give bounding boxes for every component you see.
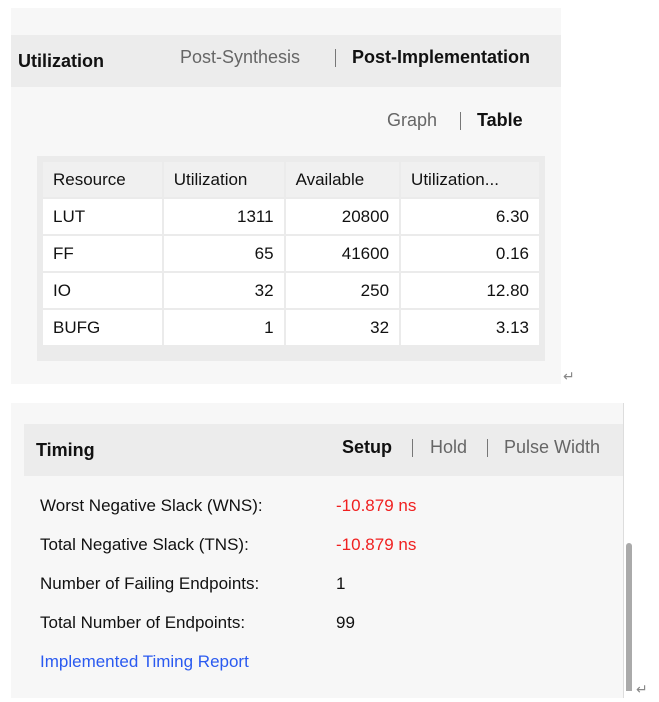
tab-post-implementation[interactable]: Post-Implementation — [352, 47, 530, 68]
tab-separator — [335, 49, 336, 67]
table-row[interactable]: IO 32 250 12.80 — [41, 271, 541, 310]
failing-endpoints-label: Number of Failing Endpoints: — [40, 574, 260, 593]
table-row[interactable]: LUT 1311 20800 6.30 — [41, 197, 541, 236]
wns-value: -10.879 ns — [336, 496, 417, 515]
cell: 20800 — [283, 197, 402, 236]
table-header-row: Resource Utilization Available Utilizati… — [41, 160, 541, 199]
column-header[interactable]: Utilization... — [399, 160, 541, 199]
table-row[interactable]: FF 65 41600 0.16 — [41, 234, 541, 273]
cell: 6.30 — [399, 197, 541, 236]
cell: BUFG — [41, 308, 164, 347]
timing-title: Timing — [36, 440, 95, 460]
tab-graph[interactable]: Graph — [387, 110, 437, 131]
tab-separator — [412, 439, 413, 457]
return-mark-icon: ↵ — [563, 368, 575, 384]
tab-setup[interactable]: Setup — [342, 437, 392, 458]
total-endpoints-label: Total Number of Endpoints: — [40, 613, 246, 632]
tab-hold[interactable]: Hold — [430, 437, 467, 458]
cell: 32 — [283, 308, 402, 347]
tab-table[interactable]: Table — [477, 110, 523, 131]
wns-label: Worst Negative Slack (WNS): — [40, 496, 263, 515]
cell: 65 — [161, 234, 286, 273]
utilization-table: Resource Utilization Available Utilizati… — [41, 160, 541, 347]
tab-separator — [487, 439, 488, 457]
implemented-timing-report-link[interactable]: Implemented Timing Report — [40, 652, 249, 672]
cell: 1311 — [161, 197, 286, 236]
column-header[interactable]: Available — [283, 160, 402, 199]
total-endpoints-value: 99 — [336, 613, 355, 632]
column-header[interactable]: Utilization — [161, 160, 286, 199]
column-header[interactable]: Resource — [41, 160, 164, 199]
cell: 32 — [161, 271, 286, 310]
cell: FF — [41, 234, 164, 273]
return-mark-icon: ↵ — [636, 681, 648, 697]
tns-value: -10.879 ns — [336, 535, 417, 554]
utilization-title: Utilization — [18, 51, 104, 71]
cell: 41600 — [283, 234, 402, 273]
cell: 0.16 — [399, 234, 541, 273]
cell: LUT — [41, 197, 164, 236]
cell: IO — [41, 271, 164, 310]
cell: 1 — [161, 308, 286, 347]
tns-label: Total Negative Slack (TNS): — [40, 535, 249, 554]
tab-pulse-width[interactable]: Pulse Width — [504, 437, 600, 458]
scrollbar[interactable] — [626, 543, 632, 691]
utilization-panel: Utilization Post-Synthesis Post-Implemen… — [11, 8, 561, 384]
failing-endpoints-value: 1 — [336, 574, 346, 593]
utilization-table-frame: Resource Utilization Available Utilizati… — [37, 156, 545, 361]
table-row[interactable]: BUFG 1 32 3.13 — [41, 308, 541, 347]
tab-post-synthesis[interactable]: Post-Synthesis — [180, 47, 300, 68]
cell: 3.13 — [399, 308, 541, 347]
cell: 12.80 — [399, 271, 541, 310]
cell: 250 — [283, 271, 402, 310]
tab-separator — [460, 112, 461, 130]
